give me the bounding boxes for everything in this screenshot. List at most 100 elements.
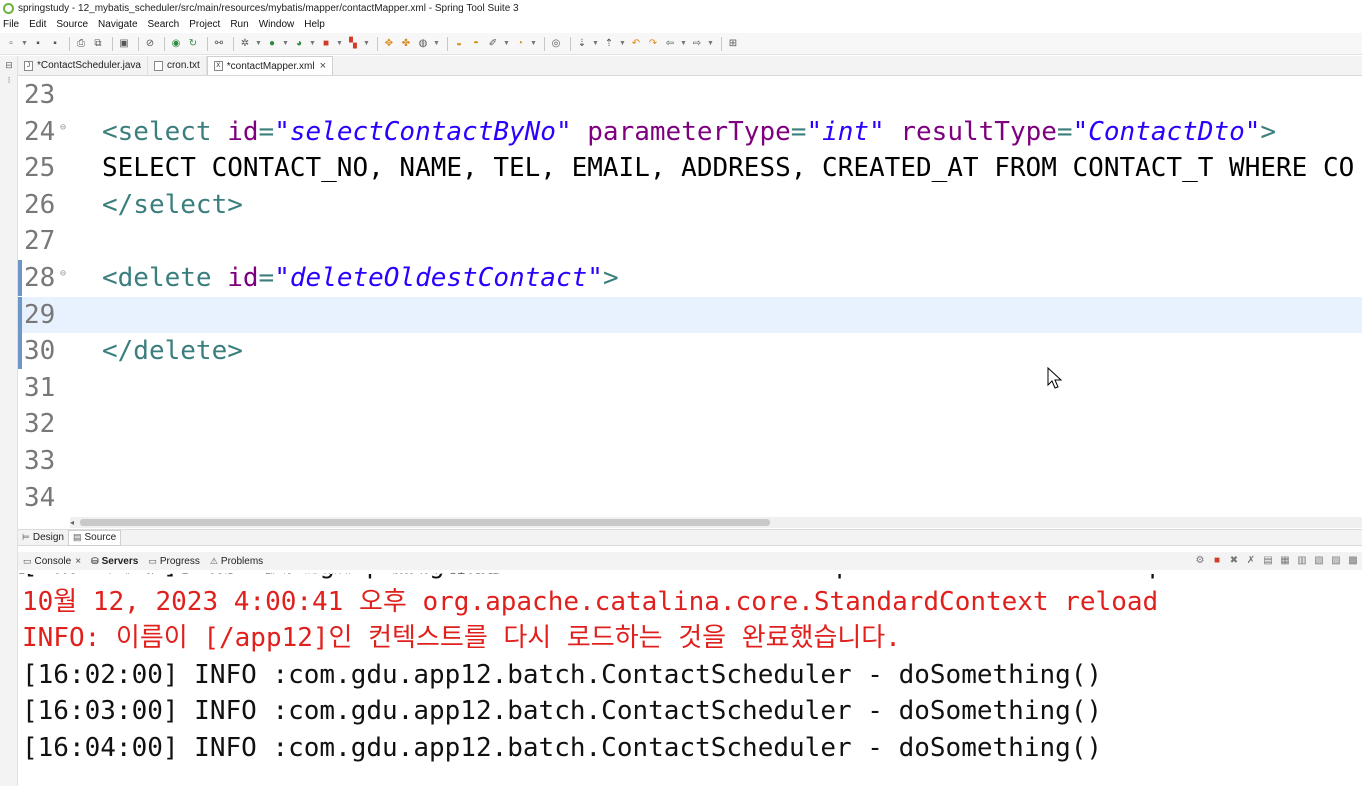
chevron-down-icon[interactable]: ▼: [503, 37, 510, 51]
problems-icon: ⚠: [209, 555, 218, 566]
terminate-icon[interactable]: ■: [1210, 554, 1224, 568]
new-java-project-icon[interactable]: ✥: [382, 37, 396, 51]
tab-servers[interactable]: ⛁ Servers: [86, 552, 143, 570]
tab-label: Problems: [220, 555, 264, 567]
open-perspective-icon[interactable]: ⊞: [726, 37, 740, 51]
back-icon[interactable]: ⇦: [663, 37, 677, 51]
debug-icon[interactable]: ✲: [238, 37, 252, 51]
tab-progress[interactable]: ▭ Progress: [143, 552, 205, 570]
chevron-down-icon[interactable]: ▼: [592, 37, 599, 51]
display-selected-console-icon[interactable]: ▨: [1329, 554, 1343, 568]
forward-edit-icon[interactable]: ↷: [646, 37, 660, 51]
console-output[interactable]: [16:00:41] INFO :org.springframework.web…: [18, 574, 1362, 787]
chevron-down-icon[interactable]: ▼: [255, 37, 262, 51]
word-wrap-icon[interactable]: ▥: [1295, 554, 1309, 568]
toolbar-separator: [138, 36, 139, 51]
forward-icon[interactable]: ⇨: [690, 37, 704, 51]
chevron-down-icon[interactable]: ▼: [680, 37, 687, 51]
minimized-view-icon[interactable]: ⊟: [0, 60, 18, 71]
previous-annotation-icon[interactable]: ⇡: [602, 37, 616, 51]
globe-icon[interactable]: ◎: [549, 37, 563, 51]
chevron-down-icon[interactable]: ▼: [21, 37, 28, 51]
tab-console[interactable]: ▭ Console ×: [18, 552, 86, 570]
menu-file[interactable]: File: [3, 19, 19, 30]
fold-collapse-icon[interactable]: ⊖: [60, 122, 66, 133]
tab-contact-mapper-xml[interactable]: X *contactMapper.xml ×: [206, 56, 334, 75]
new-icon[interactable]: ▫: [4, 37, 18, 51]
tab-cron-txt[interactable]: cron.txt: [148, 56, 207, 75]
tab-label: Source: [84, 532, 117, 543]
stop-icon[interactable]: ■: [319, 37, 333, 51]
chevron-down-icon[interactable]: ▼: [282, 37, 289, 51]
chevron-down-icon[interactable]: ▼: [309, 37, 316, 51]
code-line[interactable]: 31: [18, 370, 1362, 406]
run-icon[interactable]: ●: [265, 37, 279, 51]
close-icon[interactable]: ×: [75, 556, 81, 567]
xml-source-editor[interactable]: 23 24 ⊖ <select id="selectContactByNo" para…: [18, 77, 1362, 517]
deploy-icon[interactable]: ▚: [346, 37, 360, 51]
menu-source[interactable]: Source: [56, 19, 88, 30]
menu-edit[interactable]: Edit: [29, 19, 46, 30]
fold-collapse-icon[interactable]: ⊖: [60, 268, 66, 279]
code-line[interactable]: 26 </select>: [18, 187, 1362, 223]
link-icon[interactable]: ⚯: [212, 37, 226, 51]
last-edit-icon[interactable]: ↶: [629, 37, 643, 51]
chevron-down-icon[interactable]: ▼: [530, 37, 537, 51]
open-folder-icon[interactable]: ◓: [469, 37, 483, 51]
copy-icon[interactable]: ⧉: [91, 37, 105, 51]
scrollbar-thumb[interactable]: [80, 519, 770, 526]
menu-navigate[interactable]: Navigate: [98, 19, 137, 30]
remove-all-icon[interactable]: ✖: [1227, 554, 1241, 568]
scroll-lock-icon[interactable]: ▦: [1278, 554, 1292, 568]
skip-breakpoints-icon[interactable]: ⊘: [143, 37, 157, 51]
editor-horizontal-scrollbar[interactable]: ◂: [70, 517, 1362, 528]
clear-console-icon[interactable]: ▤: [1261, 554, 1275, 568]
menu-window[interactable]: Window: [259, 19, 295, 30]
tab-design[interactable]: ⊨ Design: [18, 530, 68, 546]
code-line[interactable]: 33: [18, 443, 1362, 479]
save-all-icon[interactable]: ▪: [48, 37, 62, 51]
code-line[interactable]: 24 ⊖ <select id="selectContactByNo" parame…: [18, 114, 1362, 150]
code-line[interactable]: 29: [18, 296, 1362, 333]
chevron-down-icon[interactable]: ▼: [433, 37, 440, 51]
print-icon[interactable]: ⎙: [74, 37, 88, 51]
open-type-icon[interactable]: ◒: [452, 37, 466, 51]
save-icon[interactable]: ▪: [31, 37, 45, 51]
menu-help[interactable]: Help: [304, 19, 325, 30]
open-task-icon[interactable]: ◔: [513, 37, 527, 51]
open-console-icon[interactable]: ▩: [1346, 554, 1360, 568]
spring-boot-icon[interactable]: ◉: [169, 37, 183, 51]
tab-problems[interactable]: ⚠ Problems: [205, 552, 268, 570]
code-line[interactable]: 27: [18, 223, 1362, 259]
terminal-icon[interactable]: ▣: [117, 37, 131, 51]
close-icon[interactable]: ×: [320, 60, 326, 72]
pin-icon[interactable]: ✐: [486, 37, 500, 51]
code-line[interactable]: 25 SELECT CONTACT_NO, NAME, TEL, EMAIL, A…: [18, 150, 1362, 186]
minimized-outline-icon[interactable]: ⁝: [0, 75, 18, 86]
chevron-down-icon[interactable]: ▼: [707, 37, 714, 51]
code-line[interactable]: 32: [18, 406, 1362, 442]
menu-project[interactable]: Project: [189, 19, 220, 30]
remove-terminated-icon[interactable]: ✗: [1244, 554, 1258, 568]
console-view-tabs: ▭ Console × ⛁ Servers ▭ Progress ⚠ Probl…: [18, 552, 1362, 570]
new-package-icon[interactable]: ✤: [399, 37, 413, 51]
chevron-down-icon[interactable]: ▼: [619, 37, 626, 51]
chevron-down-icon[interactable]: ▼: [363, 37, 370, 51]
refresh-icon[interactable]: ↻: [186, 37, 200, 51]
code-line[interactable]: 28 ⊖ <delete id="deleteOldestContact">: [18, 260, 1362, 296]
menu-run[interactable]: Run: [230, 19, 248, 30]
code-line[interactable]: 30 </delete>: [18, 333, 1362, 370]
code-line[interactable]: 23: [18, 77, 1362, 113]
tab-source[interactable]: ▤ Source: [67, 529, 122, 546]
chevron-down-icon[interactable]: ▼: [336, 37, 343, 51]
code-text: <delete id="deleteOldestContact">: [70, 263, 619, 293]
next-annotation-icon[interactable]: ⇣: [575, 37, 589, 51]
tab-contact-scheduler-java[interactable]: J *ContactScheduler.java: [18, 56, 148, 75]
new-class-icon[interactable]: ◍: [416, 37, 430, 51]
remove-launch-icon[interactable]: ⚙: [1193, 554, 1207, 568]
external-tools-icon[interactable]: ◕: [292, 37, 306, 51]
chevron-left-icon[interactable]: ◂: [70, 517, 80, 528]
pin-console-icon[interactable]: ▧: [1312, 554, 1326, 568]
menu-search[interactable]: Search: [148, 19, 180, 30]
code-line[interactable]: 34: [18, 480, 1362, 516]
